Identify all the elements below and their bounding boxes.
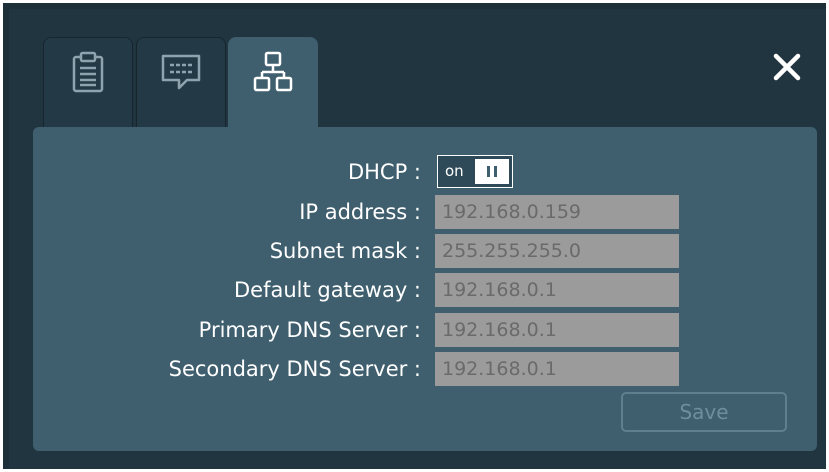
toggle-knob xyxy=(475,159,509,184)
ip-address-label: IP address : xyxy=(299,200,421,224)
close-button[interactable] xyxy=(767,47,807,87)
network-settings-panel: DHCP : on IP address : Subnet mask : Def… xyxy=(33,127,817,451)
tab-network[interactable] xyxy=(228,37,318,135)
primary-dns-label: Primary DNS Server : xyxy=(198,318,421,342)
default-gateway-label: Default gateway : xyxy=(234,278,421,302)
primary-dns-field[interactable] xyxy=(435,313,679,347)
close-icon xyxy=(773,53,801,81)
dhcp-toggle[interactable]: on xyxy=(437,155,513,188)
ip-address-field[interactable] xyxy=(435,195,679,229)
tab-messages[interactable] xyxy=(136,37,226,133)
network-icon xyxy=(253,51,293,92)
settings-window: DHCP : on IP address : Subnet mask : Def… xyxy=(9,9,826,469)
dhcp-toggle-state: on xyxy=(445,162,464,180)
subnet-mask-label: Subnet mask : xyxy=(269,239,421,263)
clipboard-icon xyxy=(72,51,104,92)
subnet-mask-field[interactable] xyxy=(435,234,679,268)
chat-bubble-icon xyxy=(161,54,201,89)
secondary-dns-field[interactable] xyxy=(435,352,679,386)
tab-clipboard[interactable] xyxy=(43,37,133,133)
dhcp-label: DHCP : xyxy=(347,160,421,184)
save-button[interactable]: Save xyxy=(621,392,787,432)
secondary-dns-label: Secondary DNS Server : xyxy=(168,357,421,381)
app-frame: DHCP : on IP address : Subnet mask : Def… xyxy=(0,0,829,472)
default-gateway-field[interactable] xyxy=(435,273,679,307)
